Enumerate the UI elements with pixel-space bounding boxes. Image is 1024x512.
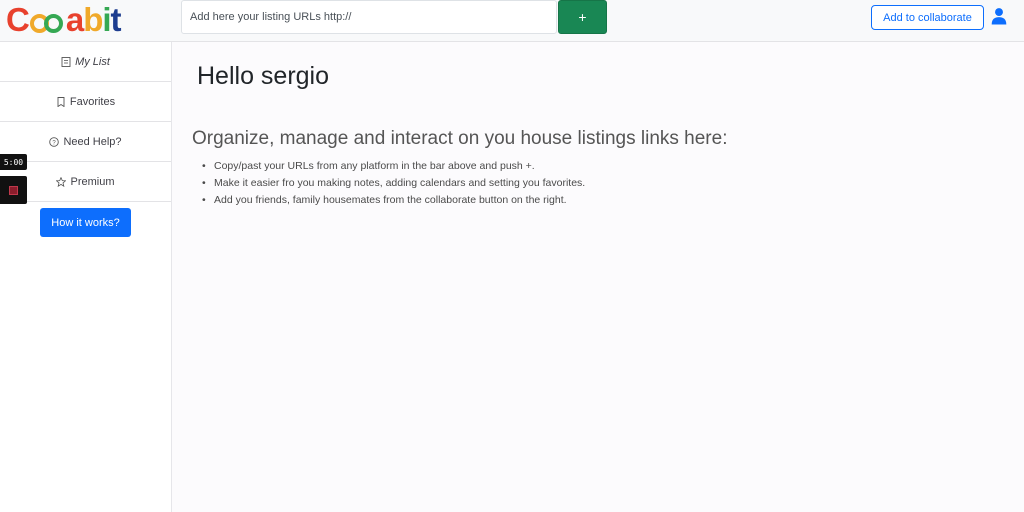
sidebar-item-label: Favorites bbox=[69, 95, 116, 108]
sidebar-item-label: Premium bbox=[70, 175, 115, 188]
list-item: Make it easier fro you making notes, add… bbox=[200, 175, 585, 192]
intro-heading: Organize, manage and interact on you hou… bbox=[192, 128, 728, 149]
sidebar: My List Favorites ? Need Help? Premium H… bbox=[0, 42, 172, 512]
list-item: Add you friends, family housemates from … bbox=[200, 192, 585, 209]
user-icon[interactable] bbox=[990, 7, 1008, 25]
greeting-title: Hello sergio bbox=[197, 62, 330, 90]
sidebar-item-my-list[interactable]: My List bbox=[0, 42, 171, 82]
sidebar-item-favorites[interactable]: Favorites bbox=[0, 82, 171, 122]
svg-text:?: ? bbox=[53, 140, 57, 146]
top-navbar: C a b i t + Add to collaborate bbox=[0, 0, 1024, 42]
add-url-button[interactable]: + bbox=[558, 0, 607, 34]
star-icon bbox=[56, 176, 67, 187]
list-item: Copy/past your URLs from any platform in… bbox=[200, 158, 585, 175]
sidebar-item-label: My List bbox=[75, 55, 110, 68]
stop-recording-button[interactable] bbox=[0, 176, 27, 204]
question-circle-icon: ? bbox=[49, 136, 60, 147]
instructions-list: Copy/past your URLs from any platform in… bbox=[200, 158, 585, 209]
url-input-wrapper bbox=[181, 0, 557, 34]
sidebar-item-label: Need Help? bbox=[63, 135, 122, 148]
add-to-collaborate-button[interactable]: Add to collaborate bbox=[871, 5, 984, 30]
recording-timer: 5:00 bbox=[0, 154, 27, 170]
listing-url-input[interactable] bbox=[182, 1, 556, 33]
how-it-works-button[interactable]: How it works? bbox=[40, 208, 131, 237]
logo[interactable]: C a b i t bbox=[6, 0, 122, 40]
bookmark-icon bbox=[57, 96, 65, 107]
stop-icon bbox=[9, 185, 18, 195]
list-icon bbox=[61, 56, 71, 67]
